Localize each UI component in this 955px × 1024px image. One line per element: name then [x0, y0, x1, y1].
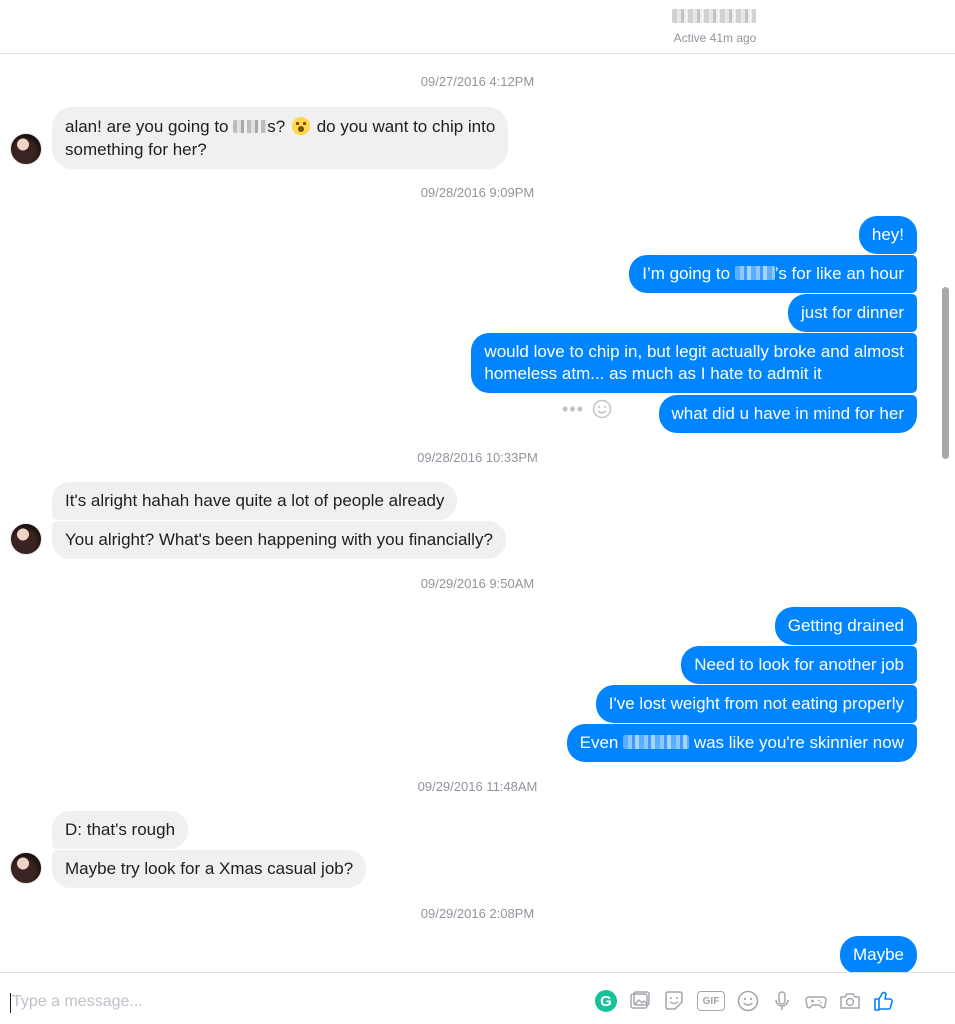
- composer-toolbar: G GIF: [594, 989, 896, 1013]
- scrollbar-thumb[interactable]: [942, 287, 949, 459]
- contact-active-status: Active 41m ago: [673, 31, 757, 45]
- redacted-name: [233, 120, 268, 133]
- outgoing-message[interactable]: Even was like you're skinnier now: [566, 724, 917, 762]
- message-text: do you want to chip into: [316, 117, 496, 136]
- game-icon[interactable]: [804, 989, 828, 1013]
- grammarly-icon[interactable]: G: [594, 989, 618, 1013]
- timestamp: 09/29/2016 11:48AM: [417, 779, 538, 794]
- message-text: I’m going to: [642, 264, 731, 283]
- message-text: ’s for like an hour: [774, 264, 904, 283]
- outgoing-message[interactable]: I've lost weight from not eating properl…: [595, 685, 917, 723]
- avatar[interactable]: [10, 523, 42, 555]
- incoming-message[interactable]: Maybe try look for a Xmas casual job?: [52, 850, 367, 888]
- message-text: D: that's rough: [65, 820, 176, 839]
- contact-name-redacted[interactable]: [672, 9, 756, 23]
- message-text: Even: [579, 733, 619, 752]
- message-text: homeless atm... as much as I hate to adm…: [484, 364, 822, 383]
- timestamp: 09/27/2016 4:12PM: [420, 74, 535, 89]
- message-input[interactable]: [12, 987, 572, 1017]
- outgoing-message[interactable]: Need to look for another job: [681, 646, 917, 684]
- message-text: hey!: [871, 225, 904, 244]
- message-text: It's alright hahah have quite a lot of p…: [65, 491, 445, 510]
- message-thread[interactable]: 09/27/2016 4:12PM alan! are you going to…: [0, 54, 955, 972]
- message-text: something for her?: [65, 140, 207, 159]
- thumbs-up-icon[interactable]: [872, 989, 896, 1013]
- avatar[interactable]: [10, 133, 42, 165]
- message-actions: •••: [562, 399, 612, 419]
- emoji-icon[interactable]: [736, 989, 760, 1013]
- timestamp: 09/28/2016 9:09PM: [420, 185, 535, 200]
- message-text: would love to chip in, but legit actuall…: [484, 342, 904, 361]
- redacted-name: [623, 735, 690, 749]
- incoming-message[interactable]: alan! are you going to s? do you want to…: [52, 107, 509, 169]
- outgoing-message[interactable]: what did u have in mind for her: [658, 395, 917, 433]
- outgoing-message[interactable]: Getting drained: [774, 607, 917, 645]
- sticker-icon[interactable]: [662, 989, 686, 1013]
- message-text: alan! are you going to: [65, 117, 229, 136]
- message-text: Maybe try look for a Xmas casual job?: [65, 859, 354, 878]
- message-text: what did u have in mind for her: [671, 404, 904, 423]
- react-emoji-icon[interactable]: [592, 399, 612, 419]
- gif-icon[interactable]: GIF: [696, 989, 726, 1013]
- camera-icon[interactable]: [838, 989, 862, 1013]
- message-text: Need to look for another job: [694, 655, 904, 674]
- microphone-icon[interactable]: [770, 989, 794, 1013]
- message-text: You alright? What's been happening with …: [65, 530, 493, 549]
- outgoing-message[interactable]: Maybe: [839, 936, 917, 972]
- text-caret: [10, 993, 11, 1013]
- timestamp: 09/29/2016 2:08PM: [420, 906, 535, 921]
- message-composer: G GIF: [0, 972, 955, 1024]
- message-text: I've lost weight from not eating properl…: [608, 694, 904, 713]
- outgoing-message[interactable]: I’m going to ’s for like an hour: [629, 255, 917, 293]
- incoming-message[interactable]: D: that's rough: [52, 811, 189, 849]
- timestamp: 09/29/2016 9:50AM: [420, 576, 535, 591]
- avatar[interactable]: [10, 852, 42, 884]
- message-text: Getting drained: [787, 616, 904, 635]
- image-icon[interactable]: [628, 989, 652, 1013]
- message-text: was like you're skinnier now: [693, 733, 904, 752]
- incoming-message[interactable]: It's alright hahah have quite a lot of p…: [52, 482, 458, 520]
- redacted-name: [734, 266, 775, 280]
- timestamp: 09/28/2016 10:33PM: [417, 450, 538, 465]
- incoming-message[interactable]: You alright? What's been happening with …: [52, 521, 506, 559]
- message-text: s?: [267, 117, 286, 136]
- surprised-emoji-icon: [291, 117, 310, 135]
- outgoing-message[interactable]: just for dinner: [788, 294, 917, 332]
- message-text: Maybe: [852, 945, 904, 964]
- outgoing-message[interactable]: hey!: [858, 216, 917, 254]
- message-text: just for dinner: [801, 303, 904, 322]
- more-options-icon[interactable]: •••: [562, 400, 584, 418]
- conversation-header: Active 41m ago: [0, 0, 955, 54]
- outgoing-message[interactable]: would love to chip in, but legit actuall…: [471, 333, 917, 393]
